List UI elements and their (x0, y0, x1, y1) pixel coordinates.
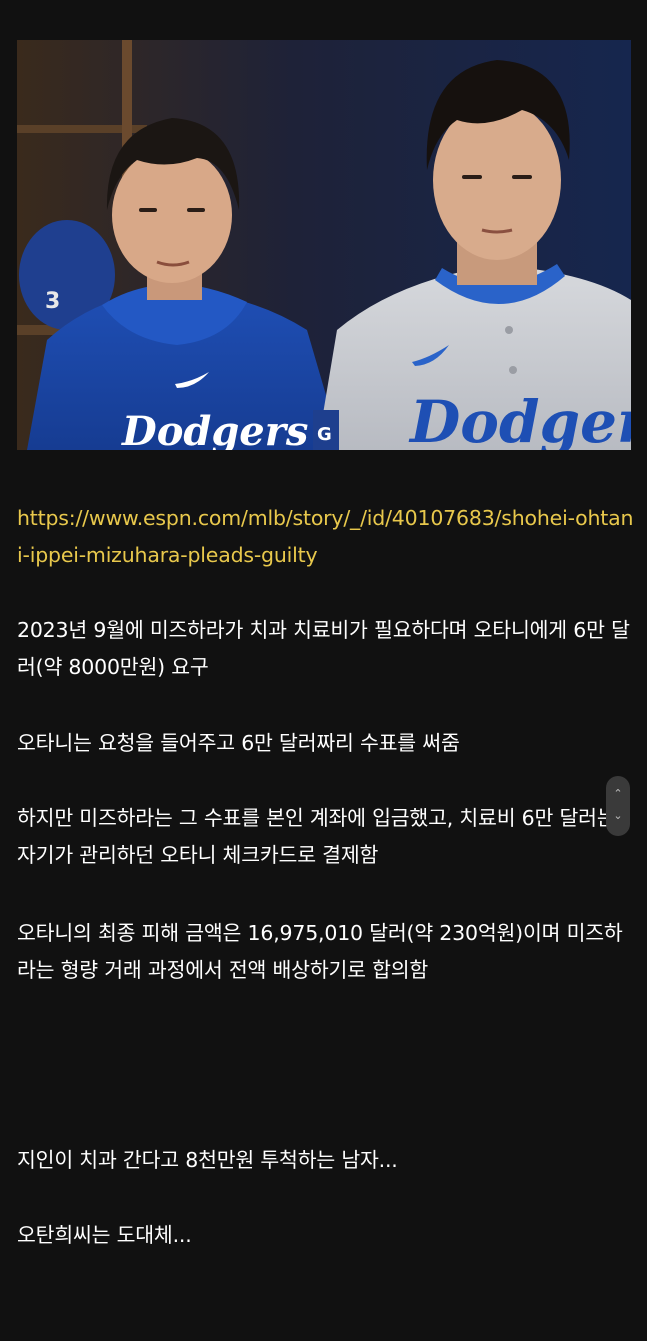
chevron-down-icon[interactable]: ⌄ (606, 810, 630, 822)
chevron-up-icon[interactable]: ⌃ (606, 788, 630, 800)
paragraph-check-written: 오타니는 요청을 들어주고 6만 달러짜리 수표를 써줌 (17, 731, 460, 755)
sleeve-letter: G (317, 424, 332, 445)
helmet-number: 3 (45, 289, 60, 314)
paragraph-closing: 오탄희씨는 도대체... (17, 1223, 192, 1247)
paragraph-dental-request: 2023년 9월에 미즈하라가 치과 치료비가 필요하다며 오타니에게 6만 달… (17, 618, 630, 679)
paragraph-deposit: 하지만 미즈하라는 그 수표를 본인 계좌에 입금했고, 치료비 6만 달러는 … (17, 806, 616, 867)
left-jersey-wordmark: Dodgers (121, 408, 308, 450)
photo-illustration: 3 Dodgers Dodgers (17, 40, 631, 450)
paragraph-comment: 지인이 치과 간다고 8천만원 투척하는 남자... (17, 1148, 398, 1172)
scroll-navigation-control[interactable]: ⌃ ⌄ (606, 776, 630, 836)
article-photo: 3 Dodgers Dodgers (17, 40, 631, 450)
espn-article-link[interactable]: https://www.espn.com/mlb/story/_/id/4010… (17, 500, 635, 574)
paragraph-total-damage: 오타니의 최종 피해 금액은 16,975,010 달러(약 230억원)이며 … (17, 921, 623, 982)
right-jersey-wordmark: Dodgers (408, 388, 631, 450)
